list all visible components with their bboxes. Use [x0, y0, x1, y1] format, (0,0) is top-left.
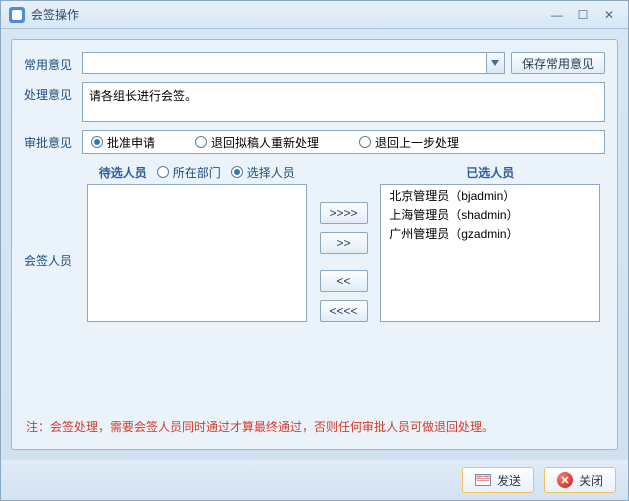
common-opinion-input[interactable] [83, 53, 486, 73]
radio-icon [91, 136, 103, 148]
radio-icon [231, 166, 243, 178]
label-countersign: 会签人员 [24, 162, 76, 269]
radio-icon [195, 136, 207, 148]
save-common-opinion-button[interactable]: 保存常用意见 [511, 52, 605, 74]
candidate-listbox[interactable] [87, 184, 307, 322]
radio-label: 所在部门 [173, 164, 221, 181]
row-countersign: 会签人员 待选人员 所在部门 选择人员 [24, 162, 605, 402]
window-title: 会签操作 [31, 6, 542, 23]
close-label: 关闭 [579, 472, 603, 489]
close-button[interactable]: ✕ 关闭 [544, 467, 616, 493]
process-opinion-textarea[interactable]: 请各组长进行会签。 [82, 82, 605, 122]
selected-listbox[interactable]: 北京管理员（bjadmin）上海管理员（shadmin）广州管理员（gzadmi… [380, 184, 600, 322]
remove-one-button[interactable]: << [320, 270, 368, 292]
footer: 发送 ✕ 关闭 [1, 460, 628, 500]
list-item[interactable]: 北京管理员（bjadmin） [381, 186, 599, 205]
minimize-button[interactable]: — [546, 7, 568, 23]
radio-label: 退回拟稿人重新处理 [211, 134, 319, 151]
common-opinion-combo[interactable] [82, 52, 505, 74]
label-common-opinion: 常用意见 [24, 52, 76, 73]
label-process-opinion: 处理意见 [24, 82, 76, 103]
selected-column: 已选人员 北京管理员（bjadmin）上海管理员（shadmin）广州管理员（g… [376, 162, 606, 322]
close-icon: ✕ [557, 472, 573, 488]
selected-header: 已选人员 [466, 162, 514, 182]
approval-radio-group: 批准申请 退回拟稿人重新处理 退回上一步处理 [82, 130, 605, 154]
radio-icon [359, 136, 371, 148]
maximize-button[interactable]: ☐ [572, 7, 594, 23]
list-item[interactable]: 上海管理员（shadmin） [381, 205, 599, 224]
radio-label: 选择人员 [247, 164, 295, 181]
window: 会签操作 — ☐ ✕ 常用意见 保存常用意见 处理意见 请各组长进行会签。 [0, 0, 629, 501]
titlebar: 会签操作 — ☐ ✕ [1, 1, 628, 29]
filter-by-department[interactable]: 所在部门 [157, 164, 221, 181]
candidate-header: 待选人员 所在部门 选择人员 [99, 162, 295, 182]
send-label: 发送 [497, 472, 521, 489]
radio-label: 批准申请 [107, 134, 155, 151]
candidate-column: 待选人员 所在部门 选择人员 [82, 162, 312, 322]
selector-area: 待选人员 所在部门 选择人员 [82, 162, 605, 322]
transfer-buttons: >>>> >> << <<<< [320, 162, 368, 322]
close-window-button[interactable]: ✕ [598, 7, 620, 23]
send-button[interactable]: 发送 [462, 467, 534, 493]
warning-note: 注：会签处理，需要会签人员同时通过才算最终通过，否则任何审批人员可做退回处理。 [26, 418, 603, 435]
add-all-button[interactable]: >>>> [320, 202, 368, 224]
row-process-opinion: 处理意见 请各组长进行会签。 [24, 82, 605, 122]
radio-approve[interactable]: 批准申请 [91, 134, 155, 151]
radio-icon [157, 166, 169, 178]
app-icon [9, 7, 25, 23]
list-item[interactable]: 广州管理员（gzadmin） [381, 224, 599, 243]
label-approval-opinion: 审批意见 [24, 130, 76, 151]
dropdown-icon[interactable] [486, 53, 504, 73]
row-common-opinion: 常用意见 保存常用意见 [24, 52, 605, 74]
radio-return-prev[interactable]: 退回上一步处理 [359, 134, 459, 151]
candidate-title: 待选人员 [99, 164, 147, 181]
envelope-icon [475, 474, 491, 486]
main-panel: 常用意见 保存常用意见 处理意见 请各组长进行会签。 审批意见 [11, 39, 618, 450]
filter-by-person[interactable]: 选择人员 [231, 164, 295, 181]
row-approval-opinion: 审批意见 批准申请 退回拟稿人重新处理 退回上一步处理 [24, 130, 605, 154]
add-one-button[interactable]: >> [320, 232, 368, 254]
remove-all-button[interactable]: <<<< [320, 300, 368, 322]
radio-label: 退回上一步处理 [375, 134, 459, 151]
content: 常用意见 保存常用意见 处理意见 请各组长进行会签。 审批意见 [1, 29, 628, 460]
selected-title: 已选人员 [466, 164, 514, 181]
radio-return-drafter[interactable]: 退回拟稿人重新处理 [195, 134, 319, 151]
